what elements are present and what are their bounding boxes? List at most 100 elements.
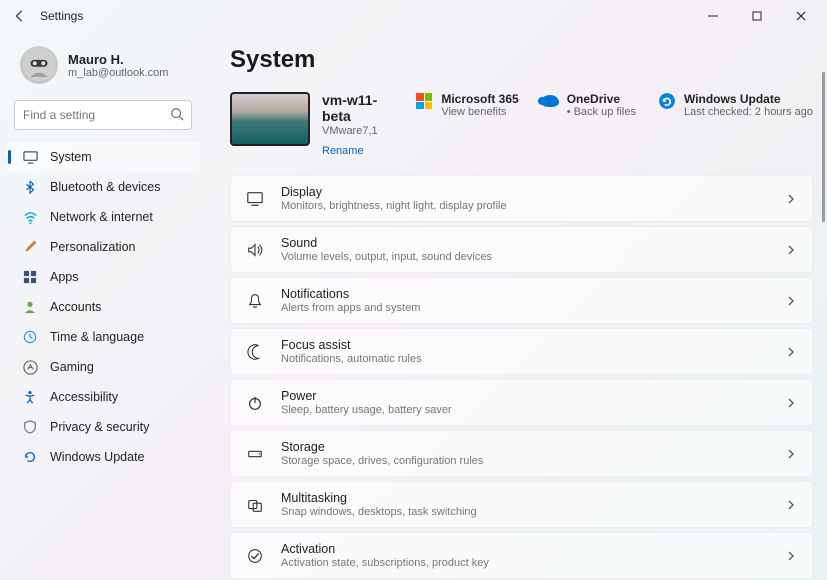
search-box [14,100,192,130]
sidebar-item-accessibility[interactable]: Accessibility [6,382,200,412]
sidebar-item-label: Windows Update [50,450,145,464]
wifi-icon [22,210,38,225]
card-title: Notifications [281,287,420,301]
card-sound[interactable]: SoundVolume levels, output, input, sound… [230,226,813,273]
moon-icon [245,343,265,361]
search-icon [170,107,184,121]
search-input[interactable] [14,100,192,130]
card-sub: Notifications, automatic rules [281,353,422,365]
system-icon [22,150,38,165]
settings-list: DisplayMonitors, brightness, night light… [230,175,813,579]
winupdate-title: Windows Update [684,92,813,106]
card-title: Focus assist [281,338,422,352]
sidebar-item-accounts[interactable]: Accounts [6,292,200,322]
nav: System Bluetooth & devices Network & int… [6,142,200,472]
accessibility-icon [22,390,38,404]
user-block[interactable]: Mauro H. m_lab@outlook.com [6,40,200,96]
device-thumbnail[interactable] [230,92,310,146]
ms365-sub: View benefits [441,106,518,118]
card-sub: Snap windows, desktops, task switching [281,506,477,518]
sidebar-item-network[interactable]: Network & internet [6,202,200,232]
card-sub: Storage space, drives, configuration rul… [281,455,483,467]
sidebar-item-label: Time & language [50,330,144,344]
onedrive-sub: • Back up files [567,106,636,118]
user-name: Mauro H. [68,52,168,67]
minimize-button[interactable] [691,0,735,32]
sidebar-item-apps[interactable]: Apps [6,262,200,292]
apps-icon [22,270,38,284]
chevron-right-icon [786,296,796,306]
card-title: Storage [281,440,483,454]
sidebar-item-label: Accounts [50,300,101,314]
chevron-right-icon [786,500,796,510]
sidebar-item-label: Bluetooth & devices [50,180,161,194]
shield-icon [22,420,38,434]
card-notifications[interactable]: NotificationsAlerts from apps and system [230,277,813,324]
storage-icon [245,445,265,463]
card-title: Power [281,389,452,403]
card-sub: Alerts from apps and system [281,302,420,314]
multitasking-icon [245,496,265,514]
chevron-right-icon [786,449,796,459]
sidebar-item-label: Gaming [50,360,94,374]
card-sub: Volume levels, output, input, sound devi… [281,251,492,263]
card-display[interactable]: DisplayMonitors, brightness, night light… [230,175,813,222]
card-focus-assist[interactable]: Focus assistNotifications, automatic rul… [230,328,813,375]
card-sub: Monitors, brightness, night light, displ… [281,200,507,212]
microsoft-365-card[interactable]: Microsoft 365View benefits [415,92,518,118]
sidebar-item-label: Personalization [50,240,135,254]
card-title: Sound [281,236,492,250]
card-activation[interactable]: ActivationActivation state, subscription… [230,532,813,579]
display-icon [245,190,265,208]
ms365-title: Microsoft 365 [441,92,518,106]
card-sub: Activation state, subscriptions, product… [281,557,489,569]
sidebar-item-system[interactable]: System [6,142,200,172]
maximize-button[interactable] [735,0,779,32]
card-storage[interactable]: StorageStorage space, drives, configurat… [230,430,813,477]
window-title: Settings [40,9,83,23]
window-controls [691,0,823,32]
device-model: VMware7,1 [322,125,403,137]
sidebar-item-label: System [50,150,92,164]
card-sub: Sleep, battery usage, battery saver [281,404,452,416]
scrollbar[interactable] [822,72,825,222]
back-button[interactable] [4,0,36,32]
onedrive-title: OneDrive [567,92,636,106]
sidebar-item-personalization[interactable]: Personalization [6,232,200,262]
device-row: vm-w11-beta VMware7,1 Rename Microsoft 3… [230,92,813,157]
gaming-icon [22,360,38,375]
page-title: System [230,46,813,74]
onedrive-card[interactable]: OneDrive• Back up files [541,92,636,118]
windows-update-icon [658,92,676,110]
sidebar-item-bluetooth[interactable]: Bluetooth & devices [6,172,200,202]
power-icon [245,394,265,412]
microsoft-365-icon [415,92,433,110]
sidebar-item-gaming[interactable]: Gaming [6,352,200,382]
sidebar: Mauro H. m_lab@outlook.com System Blueto… [0,32,210,580]
avatar [20,46,58,84]
windows-update-card[interactable]: Windows UpdateLast checked: 2 hours ago [658,92,813,118]
bluetooth-icon [22,180,38,194]
chevron-right-icon [786,398,796,408]
rename-link[interactable]: Rename [322,145,403,157]
sidebar-item-label: Apps [50,270,79,284]
sidebar-item-label: Accessibility [50,390,118,404]
sidebar-item-windows-update[interactable]: Windows Update [6,442,200,472]
chevron-right-icon [786,245,796,255]
chevron-right-icon [786,347,796,357]
card-power[interactable]: PowerSleep, battery usage, battery saver [230,379,813,426]
close-button[interactable] [779,0,823,32]
sidebar-item-privacy[interactable]: Privacy & security [6,412,200,442]
clock-icon [22,330,38,344]
chevron-right-icon [786,194,796,204]
sidebar-item-time-language[interactable]: Time & language [6,322,200,352]
sound-icon [245,241,265,259]
card-title: Display [281,185,507,199]
onedrive-icon [541,92,559,110]
main-content: System vm-w11-beta VMware7,1 Rename Micr… [210,32,827,580]
card-multitasking[interactable]: MultitaskingSnap windows, desktops, task… [230,481,813,528]
sidebar-item-label: Network & internet [50,210,153,224]
winupdate-sub: Last checked: 2 hours ago [684,106,813,118]
chevron-right-icon [786,551,796,561]
accounts-icon [22,300,38,314]
